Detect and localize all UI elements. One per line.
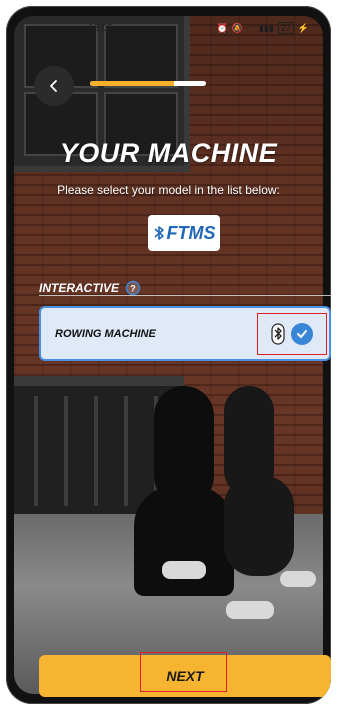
next-highlight-frame — [140, 652, 227, 692]
machine-status-icons — [257, 313, 327, 355]
background-shoe — [162, 561, 206, 579]
phone-frame: 18:05 ⏰ 🔕 ◠ ▮▮▮ 27 ⚡ YOUR MACHINE Please… — [6, 6, 331, 704]
protocol-badge: FTMS — [148, 215, 220, 251]
page-subtitle: Please select your model in the list bel… — [57, 183, 280, 197]
info-icon[interactable]: ? — [125, 280, 141, 296]
status-icons: ⏰ 🔕 ◠ ▮▮▮ 27 ⚡ — [217, 22, 309, 34]
background-shoe — [226, 601, 274, 619]
svg-text:?: ? — [130, 284, 136, 294]
battery-level: 27 — [277, 22, 294, 34]
charging-icon: ⚡ — [297, 22, 309, 33]
background-shoe — [280, 571, 316, 587]
status-bar: 18:05 ⏰ 🔕 ◠ ▮▮▮ 27 ⚡ — [14, 16, 323, 40]
bluetooth-icon — [153, 226, 164, 240]
section-divider — [39, 295, 331, 296]
page-title: YOUR MACHINE — [59, 138, 278, 168]
wifi-icon: ◠ — [247, 22, 255, 33]
bluetooth-icon — [271, 323, 285, 345]
alarm-icon: ⏰ — [216, 22, 228, 33]
step-progress-fill — [90, 81, 174, 86]
chevron-left-icon — [50, 80, 57, 92]
selected-check-icon — [291, 323, 313, 345]
back-button[interactable] — [34, 66, 74, 106]
mute-icon: 🔕 — [231, 22, 244, 33]
section-label: INTERACTIVE — [39, 281, 120, 295]
protocol-label: FTMS — [166, 222, 216, 243]
background-runner-2-legs — [224, 476, 294, 576]
background-runner-1-legs — [134, 486, 234, 596]
status-time: 18:05 — [88, 22, 114, 34]
signal-icon: ▮▮▮ — [258, 22, 274, 33]
step-progress-bar — [90, 81, 206, 86]
